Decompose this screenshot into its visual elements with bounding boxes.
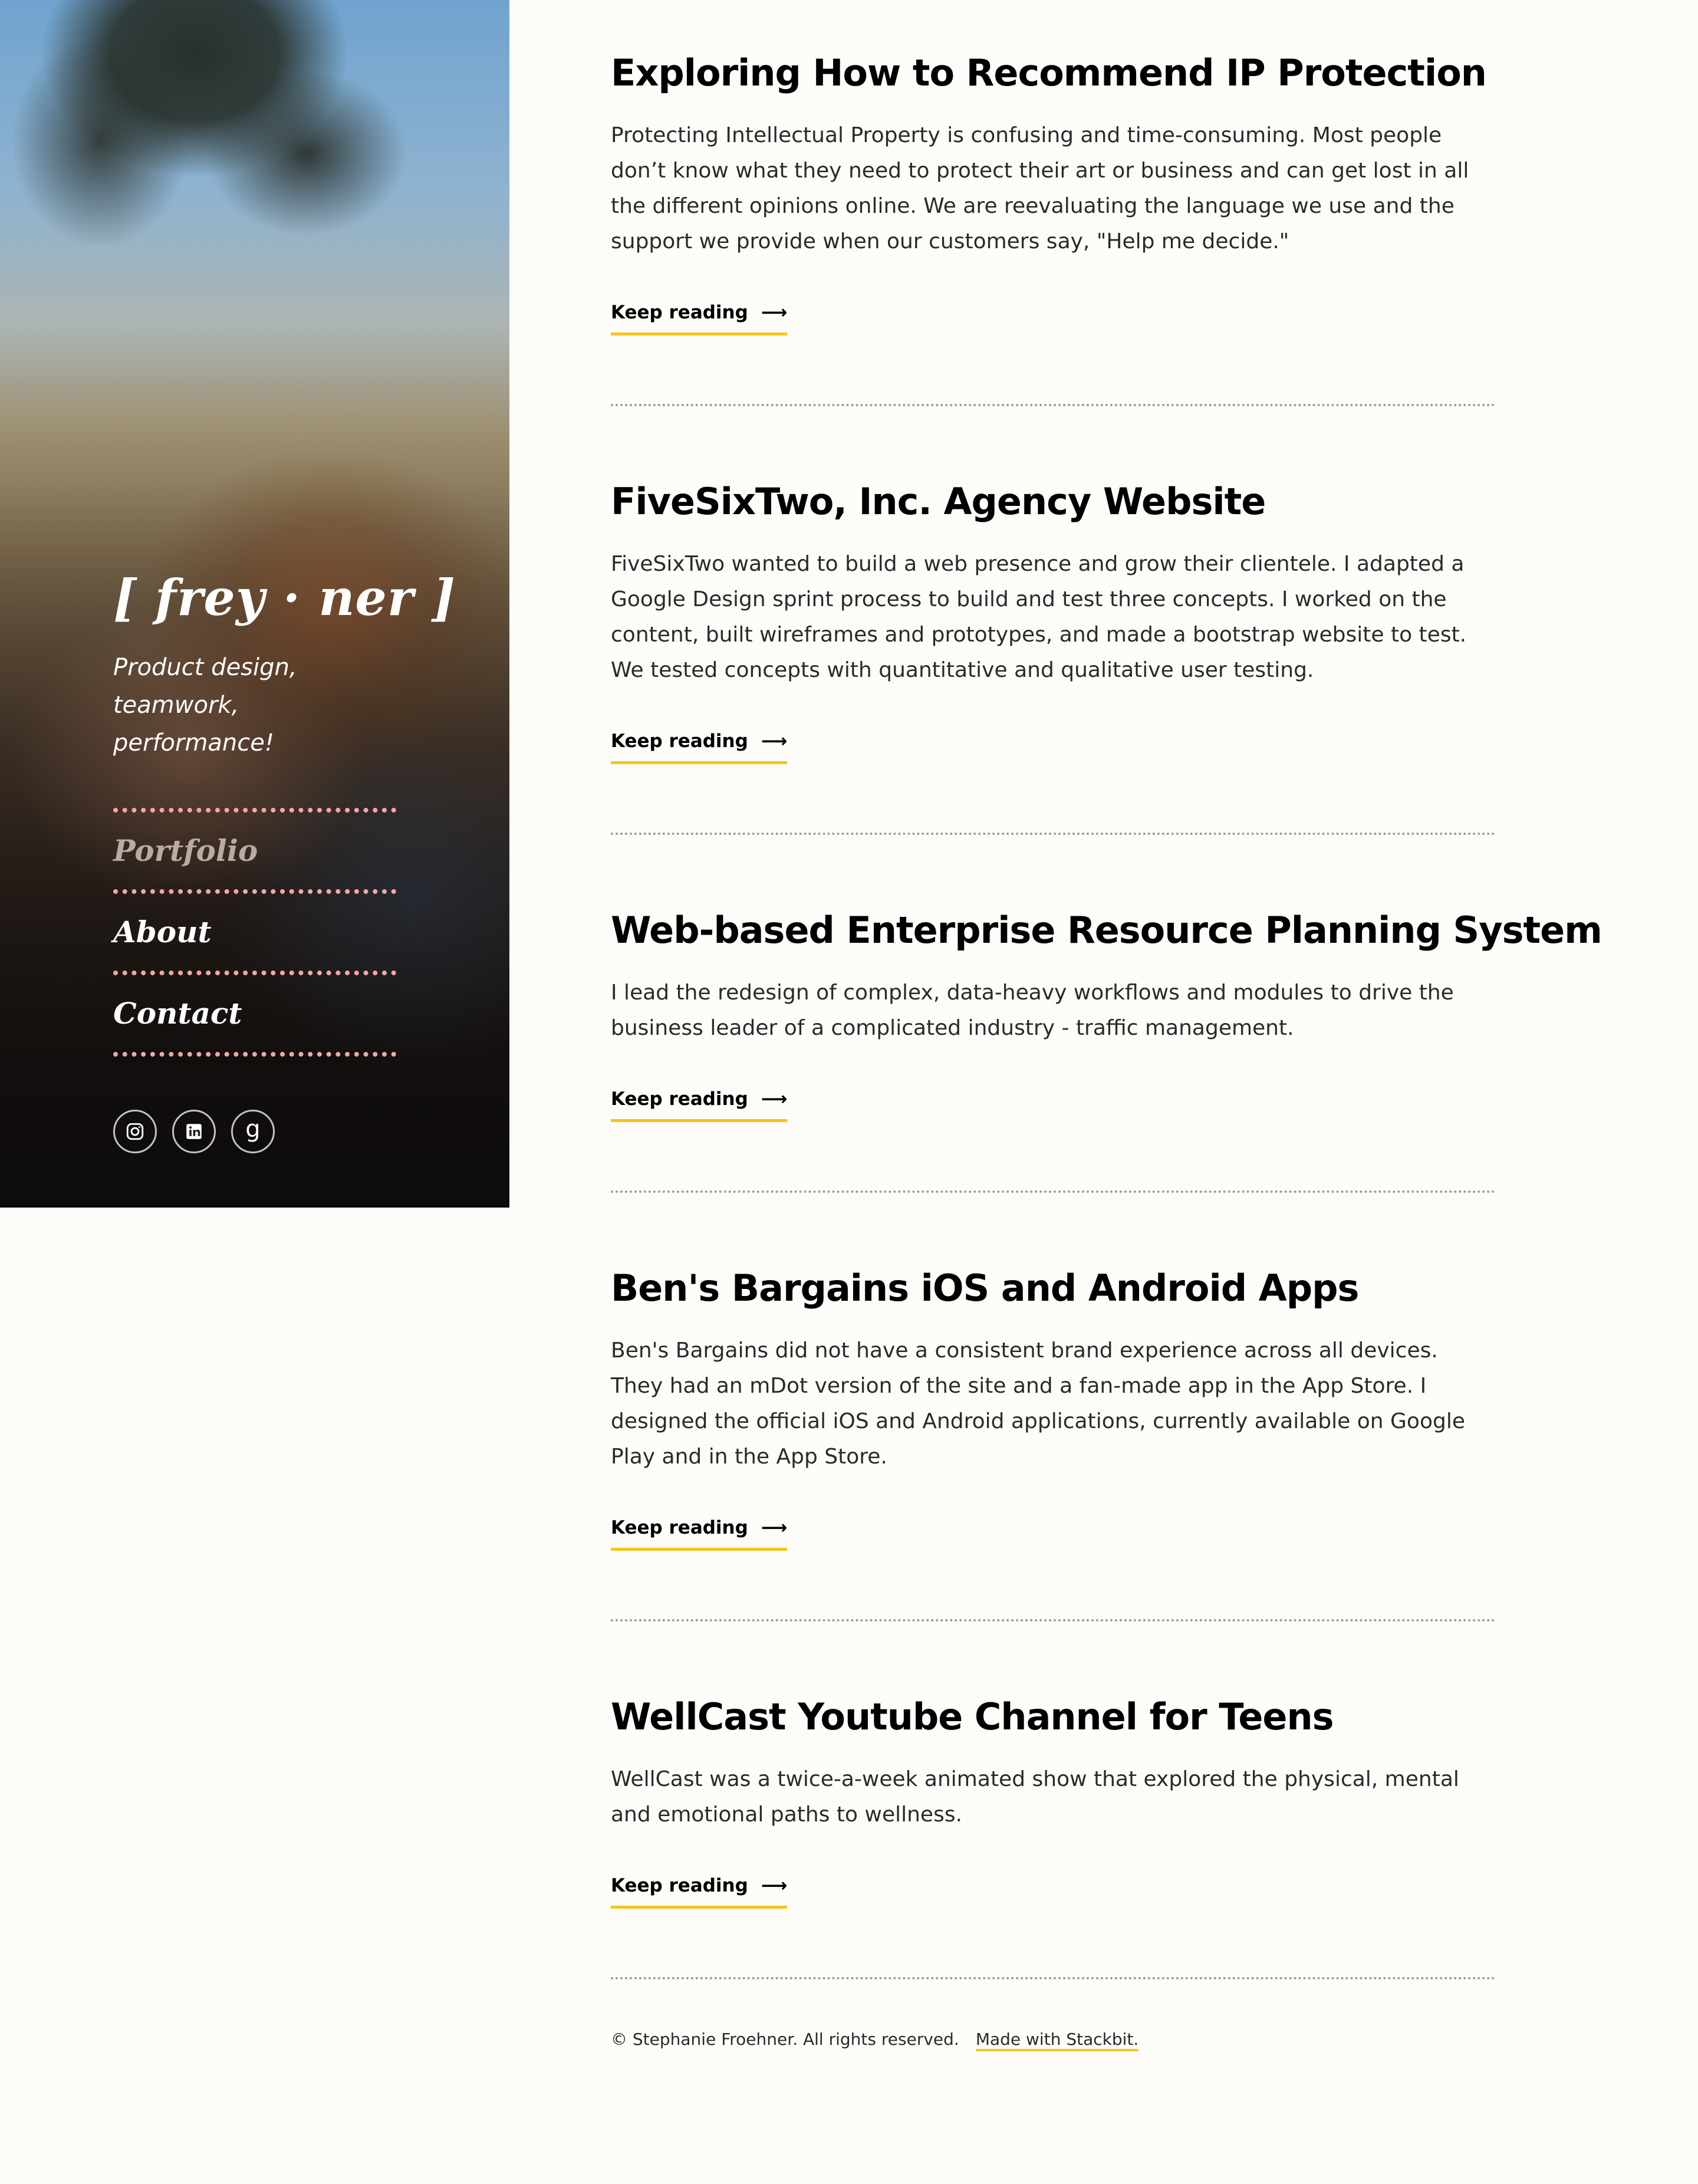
goodreads-link[interactable]: g (231, 1110, 275, 1153)
post-title[interactable]: Exploring How to Recommend IP Protection (611, 47, 1495, 99)
keep-reading-label: Keep reading (611, 1875, 748, 1896)
keep-reading-link[interactable]: Keep reading ⟶ (611, 728, 788, 764)
keep-reading-link[interactable]: Keep reading ⟶ (611, 300, 788, 336)
main-nav: Portfolio About Contact (113, 808, 396, 1057)
nav-divider (113, 889, 396, 894)
nav-item-contact[interactable]: Contact (113, 975, 396, 1052)
post-card: FiveSixTwo, Inc. Agency Website FiveSixT… (611, 476, 1495, 835)
sidebar: [ frey · ner ] Product design, teamwork,… (0, 0, 509, 1208)
post-excerpt: Ben's Bargains did not have a consistent… (611, 1338, 1465, 1469)
arrow-right-icon: ⟶ (761, 1875, 788, 1896)
post-card: Exploring How to Recommend IP Protection… (611, 47, 1495, 406)
linkedin-icon (184, 1121, 204, 1142)
post-card: Ben's Bargains iOS and Android Apps Ben'… (611, 1262, 1495, 1621)
post-title[interactable]: Web-based Enterprise Resource Planning S… (611, 904, 1602, 956)
post-excerpt: I lead the redesign of complex, data-hea… (611, 981, 1454, 1040)
post-excerpt: WellCast was a twice-a-week animated sho… (611, 1767, 1459, 1827)
post-excerpt: FiveSixTwo wanted to build a web presenc… (611, 552, 1467, 682)
nav-item-about[interactable]: About (113, 894, 396, 971)
keep-reading-link[interactable]: Keep reading ⟶ (611, 1873, 788, 1909)
site-tagline: Product design, teamwork, performance! (113, 654, 297, 756)
keep-reading-label: Keep reading (611, 1088, 748, 1110)
nav-divider (113, 808, 396, 813)
instagram-link[interactable] (113, 1110, 157, 1153)
arrow-right-icon: ⟶ (761, 302, 788, 323)
arrow-right-icon: ⟶ (761, 731, 788, 752)
sidebar-content: [ frey · ner ] Product design, teamwork,… (113, 566, 455, 1153)
copyright-text: © Stephanie Froehner. All rights reserve… (611, 2030, 959, 2049)
keep-reading-label: Keep reading (611, 731, 748, 752)
post-feed: Exploring How to Recommend IP Protection… (611, 47, 1602, 2051)
goodreads-icon: g (245, 1116, 261, 1143)
social-links: g (113, 1110, 396, 1153)
keep-reading-label: Keep reading (611, 1517, 748, 1538)
arrow-right-icon: ⟶ (761, 1517, 788, 1538)
keep-reading-label: Keep reading (611, 302, 748, 323)
nav-item-portfolio[interactable]: Portfolio (113, 813, 396, 889)
post-title[interactable]: Ben's Bargains iOS and Android Apps (611, 1262, 1495, 1314)
post-title[interactable]: WellCast Youtube Channel for Teens (611, 1691, 1495, 1743)
keep-reading-link[interactable]: Keep reading ⟶ (611, 1515, 788, 1551)
post-card: Web-based Enterprise Resource Planning S… (611, 904, 1602, 1193)
site-logo[interactable]: [ frey · ner ] (113, 566, 455, 630)
stackbit-link[interactable]: Made with Stackbit. (975, 2030, 1139, 2051)
post-card: WellCast Youtube Channel for Teens WellC… (611, 1691, 1495, 1979)
instagram-icon (125, 1121, 145, 1142)
arrow-right-icon: ⟶ (761, 1088, 788, 1110)
post-excerpt: Protecting Intellectual Property is conf… (611, 123, 1469, 254)
site-footer: © Stephanie Froehner. All rights reserve… (611, 2028, 1495, 2051)
linkedin-link[interactable] (172, 1110, 216, 1153)
post-title[interactable]: FiveSixTwo, Inc. Agency Website (611, 476, 1495, 528)
nav-divider (113, 971, 396, 975)
nav-divider (113, 1052, 396, 1057)
keep-reading-link[interactable]: Keep reading ⟶ (611, 1086, 788, 1122)
